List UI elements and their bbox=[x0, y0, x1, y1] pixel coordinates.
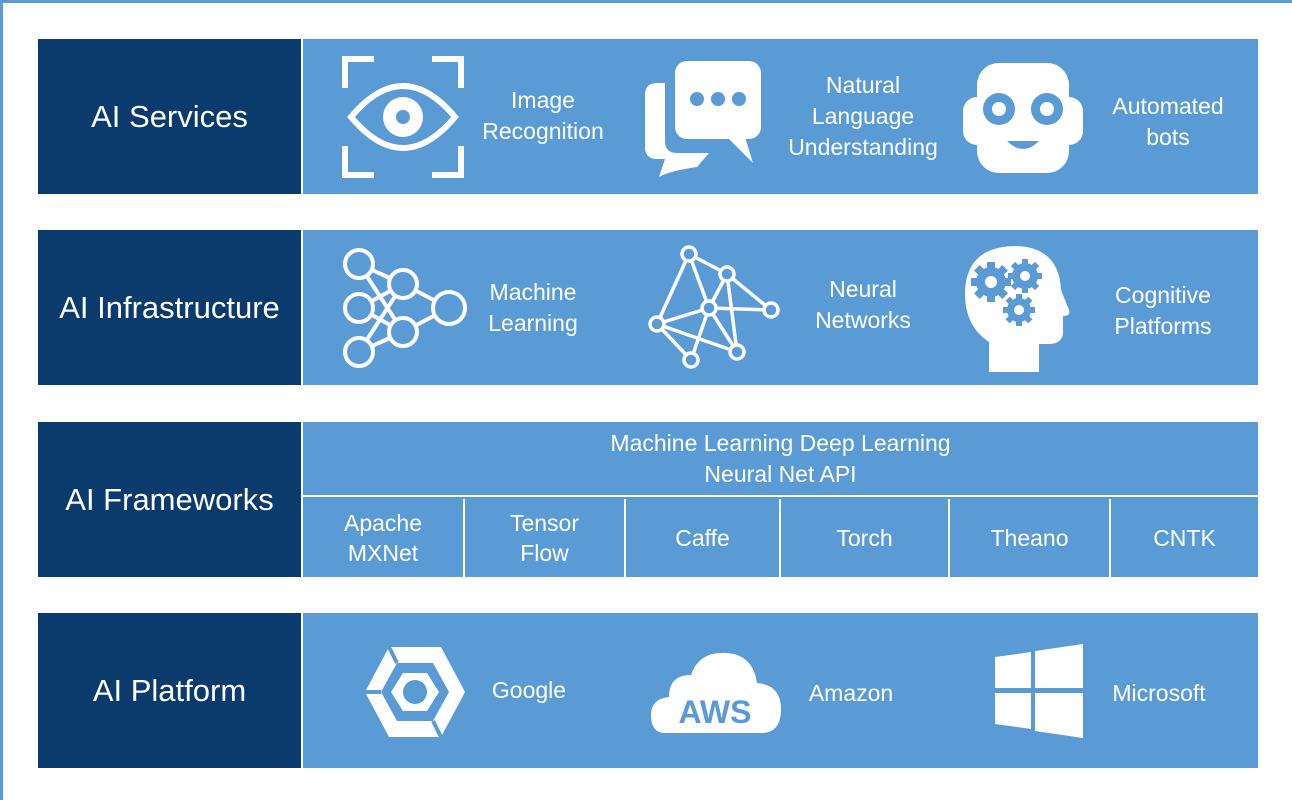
network-graph-icon bbox=[647, 244, 787, 370]
natural-language-item: Natural Language Understanding bbox=[623, 39, 953, 194]
ai-services-row: AI Services Image Recognition Natural La… bbox=[38, 39, 1258, 194]
cognitive-platforms-text: Cognitive Platforms bbox=[1114, 282, 1212, 339]
windows-logo-icon bbox=[995, 643, 1083, 739]
automated-bots-text: Automated bots bbox=[1112, 93, 1224, 150]
neural-layers-icon bbox=[341, 246, 471, 370]
neural-networks-text: Neural Networks bbox=[815, 276, 911, 333]
ai-platform-content: Google AWS Amazon Microsoft bbox=[303, 613, 1258, 768]
chat-bubbles-icon bbox=[639, 55, 769, 179]
microsoft-text: Microsoft bbox=[1112, 680, 1206, 706]
ai-infrastructure-content: Machine Learning Neural Networks Cogniti… bbox=[303, 230, 1258, 385]
framework-cell-caffe: Caffe bbox=[626, 499, 781, 577]
machine-learning-item: Machine Learning bbox=[303, 230, 623, 385]
cognitive-platforms-item: Cognitive Platforms bbox=[953, 230, 1258, 385]
framework-cell-theano: Theano bbox=[950, 499, 1111, 577]
ai-platform-row: AI Platform Google AWS Amazon Microsoft bbox=[38, 613, 1258, 768]
eye-scan-icon bbox=[341, 55, 465, 179]
aws-cloud-icon: AWS bbox=[651, 649, 783, 733]
ai-infrastructure-label: AI Infrastructure bbox=[38, 230, 301, 385]
ai-frameworks-label: AI Frameworks bbox=[38, 422, 301, 577]
image-recognition-item: Image Recognition bbox=[303, 39, 623, 194]
ai-services-label: AI Services bbox=[38, 39, 301, 194]
google-cloud-hexagon-icon bbox=[363, 645, 467, 739]
frameworks-header: Machine Learning Deep Learning Neural Ne… bbox=[303, 422, 1258, 497]
head-gears-icon bbox=[961, 242, 1071, 374]
microsoft-item: Microsoft bbox=[953, 613, 1258, 768]
neural-networks-item: Neural Networks bbox=[623, 230, 953, 385]
frameworks-header-line1: Machine Learning Deep Learning bbox=[610, 429, 951, 456]
automated-bots-item: Automated bots bbox=[953, 39, 1258, 194]
framework-cell-mxnet: Apache MXNet bbox=[303, 499, 465, 577]
amazon-text: Amazon bbox=[808, 680, 894, 706]
framework-cell-torch: Torch bbox=[781, 499, 950, 577]
natural-language-text: Natural Language Understanding bbox=[788, 72, 938, 160]
framework-cell-cntk: CNTK bbox=[1153, 525, 1216, 551]
image-recognition-text: Image Recognition bbox=[482, 87, 604, 144]
robot-face-icon bbox=[961, 57, 1085, 177]
ai-frameworks-content: Machine Learning Deep Learning Neural Ne… bbox=[303, 422, 1258, 577]
aws-icon-text: AWS bbox=[679, 694, 752, 730]
ai-services-content: Image Recognition Natural Language Under… bbox=[303, 39, 1258, 194]
google-item: Google bbox=[303, 613, 623, 768]
amazon-item: AWS Amazon bbox=[623, 613, 953, 768]
google-text: Google bbox=[491, 677, 567, 703]
ai-frameworks-row: AI Frameworks Machine Learning Deep Lear… bbox=[38, 422, 1258, 577]
ai-infrastructure-row: AI Infrastructure Machine Learning Neura… bbox=[38, 230, 1258, 385]
ai-platform-label: AI Platform bbox=[38, 613, 301, 768]
machine-learning-text: Machine Learning bbox=[488, 279, 578, 336]
frameworks-header-line2: Neural Net API bbox=[704, 460, 857, 487]
framework-cell-tensorflow: Tensor Flow bbox=[465, 499, 626, 577]
